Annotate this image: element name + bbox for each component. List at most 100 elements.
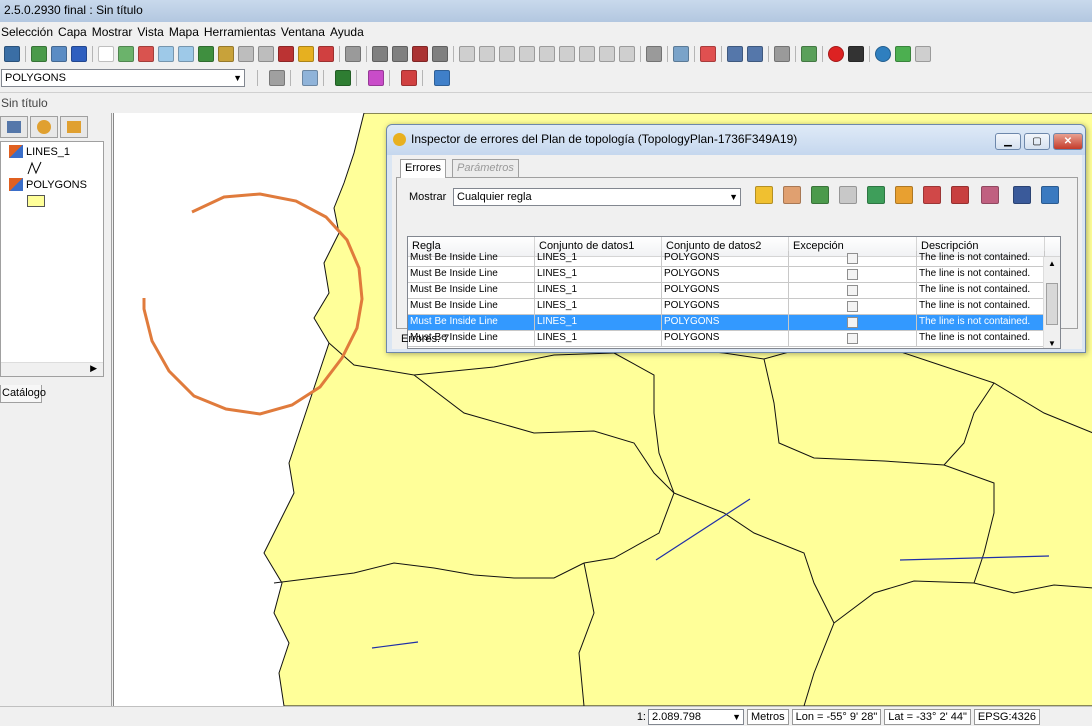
catalog-tab[interactable]: Catálogo [0,385,46,403]
zoom-in-icon[interactable] [158,46,174,62]
chevron-down-icon[interactable]: ▼ [732,712,741,722]
chevron-up-icon[interactable]: ▲ [1048,259,1056,268]
toc-layer-lines[interactable]: LINES_1 [9,145,70,158]
sources-tab-icon[interactable] [30,116,58,138]
snapping-icon[interactable] [700,46,716,62]
topology-icon[interactable] [401,70,417,86]
selection-tab-icon[interactable] [60,116,88,138]
add-layer-icon[interactable] [31,46,47,62]
grid-icon[interactable] [345,46,361,62]
close-button[interactable]: ✕ [1053,133,1083,150]
table-row[interactable]: Must Be Inside Line LINES_1 POLYGONS The… [408,299,1060,315]
pan-hand-icon[interactable] [98,46,114,62]
chevron-down-icon[interactable]: ▼ [233,73,242,83]
document-icon[interactable] [915,46,931,62]
zoom-previous-icon[interactable] [238,46,254,62]
select-rect-icon[interactable] [479,46,495,62]
save-icon[interactable] [4,46,20,62]
tab-errores[interactable]: Errores [400,159,447,178]
select-buffer-icon[interactable] [539,46,555,62]
zoom-out-icon[interactable] [178,46,194,62]
raster-icon[interactable] [895,46,911,62]
tab-parametros[interactable]: Parámetros [452,159,519,178]
user-icon[interactable] [302,70,318,86]
table-icon[interactable] [646,46,662,62]
info-icon[interactable] [372,46,388,62]
alert-icon[interactable] [828,46,844,62]
exception-checkbox[interactable] [847,285,858,296]
layers-tab-icon[interactable] [0,116,28,138]
menu-herramientas[interactable]: Herramientas [203,25,280,39]
menu-ventana[interactable]: Ventana [280,25,329,39]
exception-checkbox[interactable] [847,269,858,280]
zoom-to-error-icon[interactable] [783,186,801,204]
select-arrow-icon[interactable] [459,46,475,62]
chevron-right-icon[interactable]: ▶ [90,363,97,374]
settings-gear-icon[interactable] [801,46,817,62]
menu-capa[interactable]: Capa [57,25,91,39]
eraser-icon[interactable] [981,186,999,204]
invert-selection-icon[interactable] [599,46,615,62]
locator-icon[interactable] [298,46,314,62]
menu-mostrar[interactable]: Mostrar [91,25,137,39]
exception-checkbox[interactable] [847,253,858,264]
menu-seleccion[interactable]: Selección [0,25,57,39]
zoom-full-icon[interactable] [138,46,154,62]
zoom-layer-icon[interactable] [198,46,214,62]
clear-selection-icon[interactable] [579,46,595,62]
layout-icon[interactable] [727,46,743,62]
geoprocess-icon[interactable] [673,46,689,62]
exception-checkbox[interactable] [847,317,858,328]
minimize-button[interactable]: ▁ [995,133,1021,150]
print-preview-icon[interactable] [747,46,763,62]
select-polygon-icon[interactable] [499,46,515,62]
table-vscrollbar[interactable]: ▲ ▼ [1043,257,1060,348]
warning-icon[interactable] [755,186,773,204]
table-row-selected[interactable]: Must Be Inside Line LINES_1 POLYGONS The… [408,315,1060,331]
menu-vista[interactable]: Vista [136,25,167,39]
graph-icon[interactable] [432,46,448,62]
download-icon[interactable] [71,46,87,62]
chart-icon[interactable] [434,70,450,86]
scrollbar-thumb[interactable] [1046,283,1058,325]
edit-icon[interactable] [619,46,635,62]
fix-green-icon[interactable] [867,186,885,204]
report-icon[interactable] [839,186,857,204]
fix-orange-icon[interactable] [895,186,913,204]
exception-checkbox[interactable] [847,333,858,344]
frame-icon[interactable] [318,46,334,62]
layers-stack-icon[interactable] [811,186,829,204]
table-row[interactable]: Must Be Inside Line LINES_1 POLYGONS The… [408,251,1060,267]
fix-red-square-icon[interactable] [951,186,969,204]
active-layer-combo[interactable]: POLYGONS ▼ [1,69,245,87]
hyperlink-icon[interactable] [412,46,428,62]
dialog-title-bar[interactable]: Inspector de errores del Plan de topolog… [387,125,1085,155]
exception-icon[interactable] [1013,186,1031,204]
draw-pen-icon[interactable] [335,70,351,86]
table-row[interactable]: Must Be Inside Line LINES_1 POLYGONS The… [408,267,1060,283]
table-row[interactable]: Must Be Inside Line LINES_1 POLYGONS The… [408,283,1060,299]
globe-icon[interactable] [875,46,891,62]
rule-filter-combo[interactable]: Cualquier regla ▼ [453,188,741,206]
refresh-icon[interactable] [1041,186,1059,204]
stop-icon[interactable] [774,46,790,62]
chevron-down-icon[interactable]: ▼ [729,192,738,202]
zoom-extent-icon[interactable] [118,46,134,62]
zoom-next-icon[interactable] [258,46,274,62]
select-circle-icon[interactable] [519,46,535,62]
layer-properties-icon[interactable] [51,46,67,62]
edit-tool-icon[interactable] [269,70,285,86]
tools-icon[interactable] [848,46,864,62]
query-icon[interactable] [278,46,294,62]
maximize-button[interactable]: ▢ [1024,133,1050,150]
crosshair-icon[interactable] [368,70,384,86]
zoom-selection-icon[interactable] [218,46,234,62]
scale-combo[interactable]: 2.089.798 ▼ [648,708,744,725]
toc-layer-polygons[interactable]: POLYGONS [9,178,87,191]
chevron-down-icon[interactable]: ▼ [1048,339,1056,348]
table-row[interactable]: Must Be Inside Line LINES_1 POLYGONS The… [408,331,1060,347]
select-all-icon[interactable] [559,46,575,62]
menu-mapa[interactable]: Mapa [168,25,203,39]
toc-hscrollbar[interactable]: ▶ [1,362,103,376]
fix-red-icon[interactable] [923,186,941,204]
